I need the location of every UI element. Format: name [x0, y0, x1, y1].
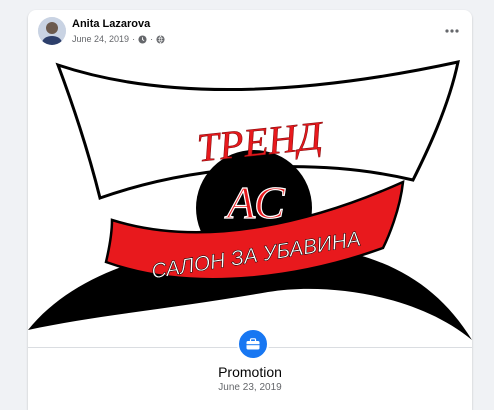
author-avatar[interactable] [38, 17, 66, 45]
clock-icon [138, 34, 147, 44]
post-card: Anita Lazarova June 24, 2019 · · ТРЕНД А… [28, 10, 472, 410]
logo-center-text: АС [224, 177, 286, 228]
post-meta: June 24, 2019 · · [72, 33, 165, 45]
meta-separator: · [132, 34, 136, 44]
life-event-title[interactable]: Promotion [28, 364, 472, 380]
post-image[interactable]: ТРЕНД АС САЛОН ЗА УБАВИНА [28, 50, 472, 350]
author-name[interactable]: Anita Lazarova [72, 18, 150, 30]
globe-icon[interactable] [156, 34, 165, 44]
post-date[interactable]: June 24, 2019 [72, 34, 129, 44]
more-options-icon[interactable] [440, 20, 464, 42]
meta-separator-2: · [150, 34, 154, 44]
life-event-date: June 23, 2019 [218, 382, 282, 393]
briefcase-icon [237, 328, 269, 360]
post-header: Anita Lazarova June 24, 2019 · · [28, 10, 472, 54]
